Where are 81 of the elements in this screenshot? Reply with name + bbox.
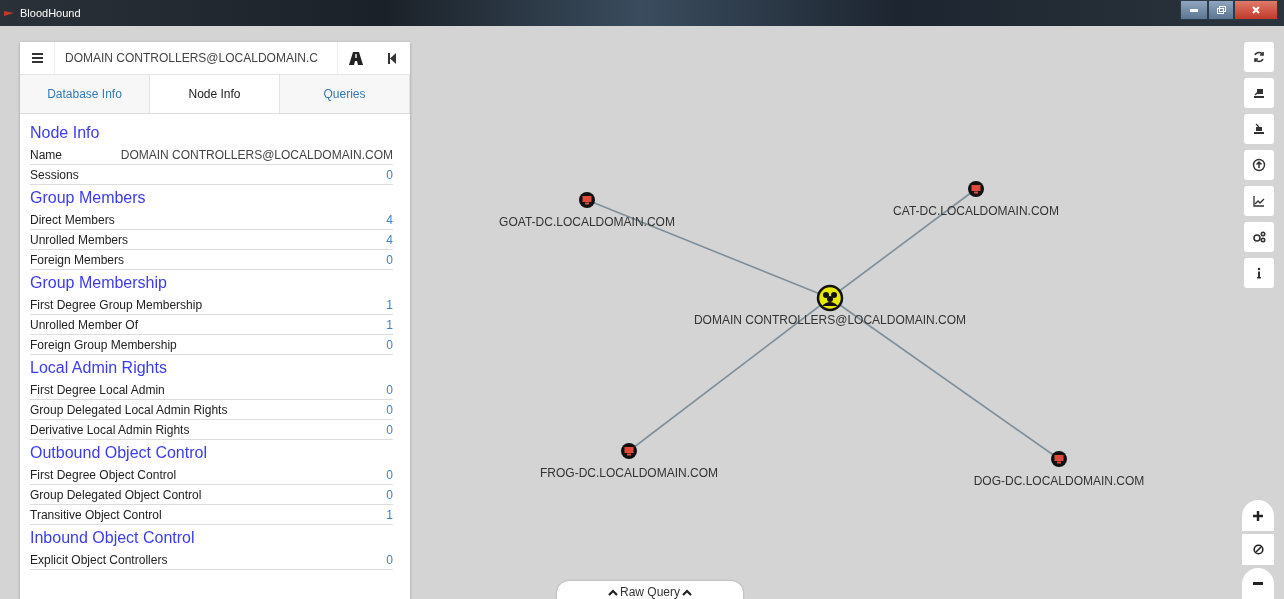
- row-label: Name: [30, 147, 62, 162]
- prohibited-icon: [1252, 544, 1264, 555]
- close-button[interactable]: [1234, 0, 1278, 20]
- row-value[interactable]: 1: [386, 297, 393, 312]
- minimize-icon: [1190, 8, 1198, 12]
- computer-node-icon[interactable]: [579, 192, 595, 208]
- row-value[interactable]: 0: [386, 252, 393, 267]
- reset-zoom-button[interactable]: [1242, 534, 1274, 565]
- row-label: Transitive Object Control: [30, 507, 162, 522]
- tool-button[interactable]: [1244, 150, 1274, 180]
- row-value[interactable]: 0: [386, 382, 393, 397]
- window-title: BloodHound: [20, 7, 81, 19]
- road-icon: [349, 51, 363, 65]
- row-value[interactable]: 0: [386, 552, 393, 567]
- node-label: DOMAIN CONTROLLERS@LOCALDOMAIN.COM: [693, 313, 967, 327]
- row-value[interactable]: 0: [386, 402, 393, 417]
- section-title: Outbound Object Control: [30, 444, 208, 462]
- node-label: DOG-DC.LOCALDOMAIN.COM: [973, 474, 1145, 488]
- section-title: Inbound Object Control: [30, 529, 196, 547]
- row-label: Unrolled Member Of: [30, 317, 139, 332]
- gears-icon: [1252, 230, 1266, 244]
- row-label: First Degree Group Membership: [30, 297, 203, 312]
- row-label: Foreign Members: [30, 252, 125, 267]
- zoom-out-button[interactable]: [1242, 568, 1274, 599]
- section-title: Group Membership: [30, 274, 168, 292]
- section-title: Group Members: [30, 189, 147, 207]
- app-logo-icon: [4, 9, 14, 17]
- computer-node-icon[interactable]: [621, 443, 637, 459]
- maximize-button[interactable]: [1208, 0, 1234, 20]
- row-value[interactable]: 0: [386, 467, 393, 482]
- row-value: DOMAIN CONTROLLERS@LOCALDOMAIN.COM: [120, 147, 393, 162]
- tool-button[interactable]: [1244, 114, 1274, 144]
- row-value[interactable]: 0: [386, 337, 393, 352]
- upload-icon: [1252, 158, 1266, 172]
- row-value[interactable]: 0: [386, 422, 393, 437]
- row-label: First Degree Local Admin: [30, 382, 165, 397]
- node-label: CAT-DC.LOCALDOMAIN.COM: [893, 204, 1059, 218]
- refresh-icon: [1252, 50, 1266, 64]
- row-label: Group Delegated Object Control: [30, 487, 202, 502]
- tool-button[interactable]: [1244, 222, 1274, 252]
- computer-node-icon[interactable]: [1051, 451, 1067, 467]
- search-field[interactable]: DOMAIN CONTROLLERS@LOCALDOMAIN.C: [54, 42, 338, 74]
- zoom-in-button[interactable]: [1242, 500, 1274, 531]
- tab[interactable]: Database Info: [20, 75, 150, 113]
- row-value[interactable]: 0: [386, 167, 393, 182]
- node-label: FROG-DC.LOCALDOMAIN.COM: [540, 466, 718, 480]
- tool-button[interactable]: [1244, 186, 1274, 216]
- export-icon: [1252, 86, 1266, 100]
- restore-icon: [1216, 6, 1226, 14]
- minimize-button[interactable]: [1180, 0, 1208, 20]
- tool-button[interactable]: [1244, 42, 1274, 72]
- row-value[interactable]: 4: [386, 232, 393, 247]
- chevron-up-icon: [682, 588, 692, 596]
- line-chart-icon: [1252, 194, 1266, 208]
- row-label: Sessions: [30, 167, 79, 182]
- node-label: GOAT-DC.LOCALDOMAIN.COM: [499, 215, 675, 229]
- row-value[interactable]: 0: [386, 487, 393, 502]
- section-title: Node Info: [30, 124, 101, 142]
- skip-back-icon: [388, 52, 396, 64]
- row-value[interactable]: 1: [386, 507, 393, 522]
- minus-icon: [1253, 582, 1263, 585]
- raw-query-button[interactable]: Raw Query: [557, 581, 743, 599]
- plus-icon: [1253, 510, 1263, 521]
- row-label: Foreign Group Membership: [30, 337, 177, 352]
- row-label: Group Delegated Local Admin Rights: [30, 402, 228, 417]
- group-node-icon[interactable]: [816, 284, 844, 312]
- row-label: Derivative Local Admin Rights: [30, 422, 190, 437]
- section-title: Local Admin Rights: [30, 359, 168, 377]
- row-label: First Degree Object Control: [30, 467, 177, 482]
- import-icon: [1252, 122, 1266, 136]
- row-label: Explicit Object Controllers: [30, 552, 168, 567]
- tab[interactable]: Queries: [280, 75, 410, 113]
- row-label: Unrolled Members: [30, 232, 129, 247]
- row-label: Direct Members: [30, 212, 115, 227]
- computer-node-icon[interactable]: [968, 181, 984, 197]
- row-value[interactable]: 4: [386, 212, 393, 227]
- tool-button[interactable]: [1244, 78, 1274, 108]
- close-icon: [1252, 6, 1260, 14]
- menu-icon: [31, 53, 43, 63]
- row-value[interactable]: 1: [386, 317, 393, 332]
- chevron-up-icon: [608, 588, 618, 596]
